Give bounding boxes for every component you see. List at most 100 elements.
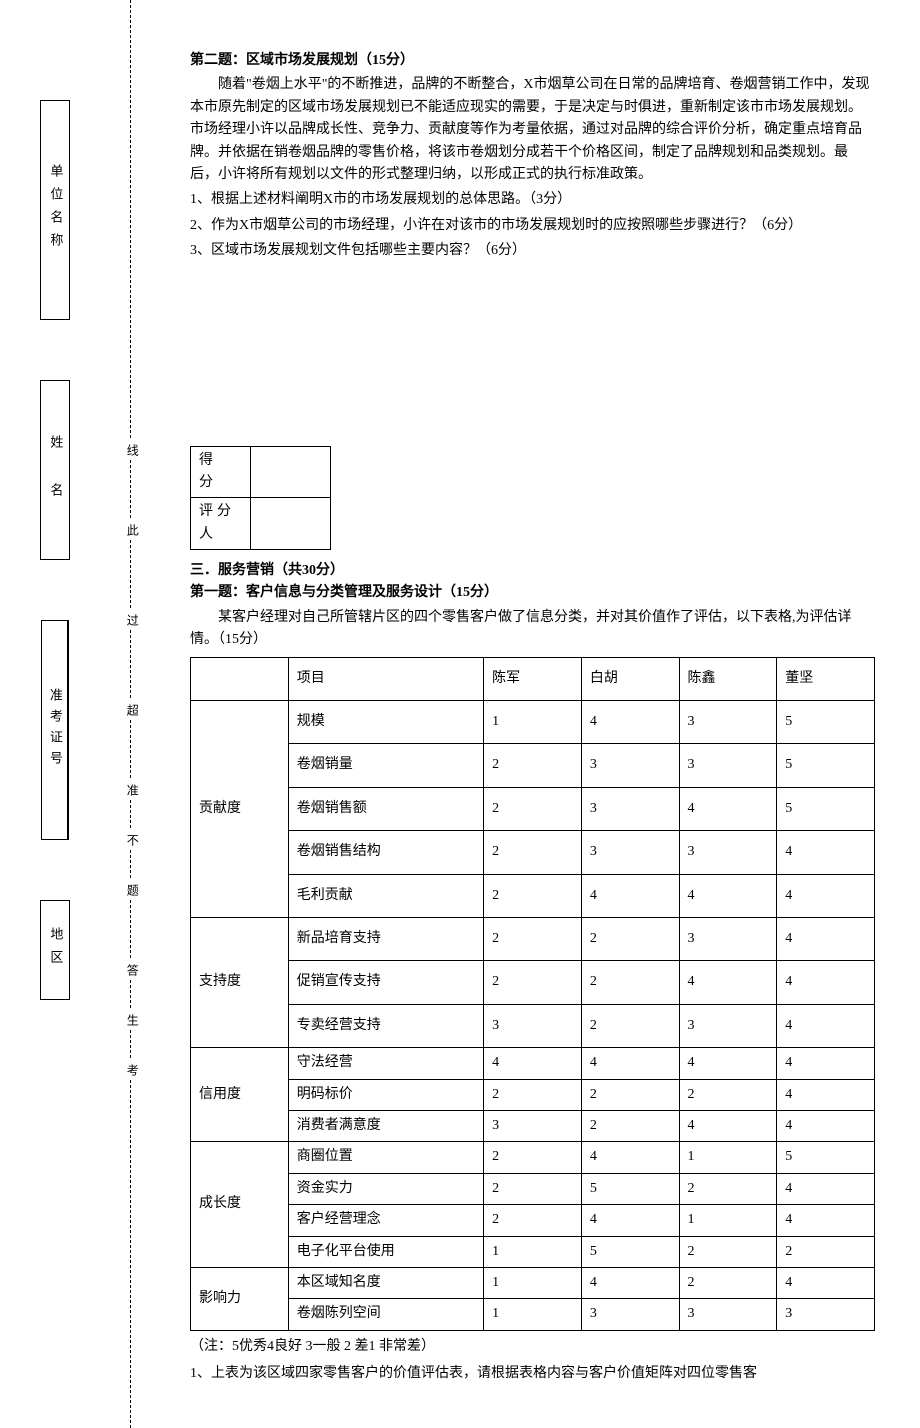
table-value: 3 xyxy=(581,787,679,830)
question-2-paragraph: 随着"卷烟上水平"的不断推进，品牌的不断整合，X市烟草公司在日常的品牌培育、卷烟… xyxy=(190,74,875,186)
table-item: 电子化平台使用 xyxy=(288,1236,483,1267)
question-1-title: 第一题：客户信息与分类管理及服务设计（15分） xyxy=(190,582,875,604)
table-value: 4 xyxy=(581,1142,679,1173)
table-value: 2 xyxy=(484,1142,582,1173)
table-item: 守法经营 xyxy=(288,1048,483,1079)
table-value: 1 xyxy=(679,1205,777,1236)
binding-line-char: 不 xyxy=(122,830,141,850)
table-header: 项目 xyxy=(288,657,483,700)
table-value: 4 xyxy=(581,701,679,744)
table-value: 4 xyxy=(777,917,875,960)
table-value: 1 xyxy=(484,1236,582,1267)
table-value: 2 xyxy=(581,1004,679,1047)
binding-strip: 单位名称 姓 名 准考证号 地区 xyxy=(30,100,80,1000)
table-value: 1 xyxy=(484,701,582,744)
table-value: 4 xyxy=(581,1048,679,1079)
table-value: 2 xyxy=(484,831,582,874)
table-item: 消费者满意度 xyxy=(288,1110,483,1141)
section-3-heading: 三．服务营销（共30分） xyxy=(190,560,875,582)
table-item: 毛利贡献 xyxy=(288,874,483,917)
score-table: 得 分 评分人 xyxy=(190,446,331,551)
table-value: 3 xyxy=(777,1299,875,1330)
table-value: 2 xyxy=(484,1205,582,1236)
table-category: 成长度 xyxy=(191,1142,289,1268)
table-value: 2 xyxy=(679,1267,777,1298)
table-value: 2 xyxy=(484,744,582,787)
table-value: 4 xyxy=(777,1110,875,1141)
table-value: 4 xyxy=(777,961,875,1004)
table-item: 专卖经营支持 xyxy=(288,1004,483,1047)
table-category: 信用度 xyxy=(191,1048,289,1142)
question-2-title: 第二题：区域市场发展规划（15分） xyxy=(190,50,875,72)
table-value: 3 xyxy=(581,1299,679,1330)
table-header: 董坚 xyxy=(777,657,875,700)
table-value: 4 xyxy=(777,831,875,874)
table-value: 3 xyxy=(679,1004,777,1047)
question-2-item-1: 1、根据上述材料阐明X市的市场发展规划的总体思路。（3分） xyxy=(190,189,875,211)
table-item: 本区域知名度 xyxy=(288,1267,483,1298)
table-value: 4 xyxy=(777,1173,875,1204)
table-value: 2 xyxy=(484,961,582,1004)
table-value: 3 xyxy=(484,1110,582,1141)
table-item: 促销宣传支持 xyxy=(288,961,483,1004)
table-value: 2 xyxy=(679,1236,777,1267)
binding-label-exam-no: 准考证号 xyxy=(41,620,69,840)
table-value: 4 xyxy=(679,874,777,917)
binding-line-char: 生 xyxy=(122,1010,141,1030)
question-2-item-2: 2、作为X市烟草公司的市场经理，小许在对该市的市场发展规划时的应按照哪些步骤进行… xyxy=(190,215,875,237)
table-item: 明码标价 xyxy=(288,1079,483,1110)
table-value: 2 xyxy=(581,961,679,1004)
binding-line-char: 准 xyxy=(122,780,141,800)
table-value: 4 xyxy=(777,1048,875,1079)
table-value: 1 xyxy=(484,1267,582,1298)
table-value: 2 xyxy=(581,1110,679,1141)
table-value: 4 xyxy=(777,1079,875,1110)
table-value: 5 xyxy=(581,1236,679,1267)
table-category: 支持度 xyxy=(191,917,289,1047)
binding-label-unit: 单位名称 xyxy=(40,100,71,320)
table-value: 4 xyxy=(679,1110,777,1141)
table-header: 陈军 xyxy=(484,657,582,700)
table-value: 2 xyxy=(679,1173,777,1204)
table-value: 3 xyxy=(581,744,679,787)
binding-line-char: 题 xyxy=(122,880,141,900)
table-value: 4 xyxy=(581,874,679,917)
table-value: 3 xyxy=(679,1299,777,1330)
table-value: 4 xyxy=(581,1205,679,1236)
table-header xyxy=(191,657,289,700)
table-value: 4 xyxy=(484,1048,582,1079)
table-category: 影响力 xyxy=(191,1267,289,1330)
scorer-label: 评分人 xyxy=(191,498,251,550)
table-item: 卷烟销售结构 xyxy=(288,831,483,874)
table-value: 4 xyxy=(679,787,777,830)
question-1-paragraph: 某客户经理对自己所管辖片区的四个零售客户做了信息分类，并对其价值作了评估，以下表… xyxy=(190,607,875,652)
table-item: 卷烟陈列空间 xyxy=(288,1299,483,1330)
table-value: 3 xyxy=(679,917,777,960)
table-item: 新品培育支持 xyxy=(288,917,483,960)
score-label: 得 分 xyxy=(191,446,251,498)
table-value: 5 xyxy=(777,1142,875,1173)
table-value: 4 xyxy=(777,1205,875,1236)
table-item: 客户经营理念 xyxy=(288,1205,483,1236)
table-value: 3 xyxy=(679,701,777,744)
table-value: 3 xyxy=(581,831,679,874)
table-value: 2 xyxy=(581,1079,679,1110)
table-value: 2 xyxy=(484,1173,582,1204)
follow-question: 1、上表为该区域四家零售客户的价值评估表，请根据表格内容与客户价值矩阵对四位零售… xyxy=(190,1363,875,1385)
table-category: 贡献度 xyxy=(191,701,289,918)
table-value: 2 xyxy=(777,1236,875,1267)
table-header: 白胡 xyxy=(581,657,679,700)
table-value: 5 xyxy=(581,1173,679,1204)
table-value: 2 xyxy=(581,917,679,960)
table-value: 2 xyxy=(484,1079,582,1110)
binding-line-char: 此 xyxy=(122,520,141,540)
table-item: 商圈位置 xyxy=(288,1142,483,1173)
table-value: 5 xyxy=(777,744,875,787)
table-value: 4 xyxy=(679,1048,777,1079)
table-value: 3 xyxy=(679,831,777,874)
binding-line-char: 线 xyxy=(122,440,141,460)
table-value: 1 xyxy=(679,1142,777,1173)
table-value: 4 xyxy=(777,1267,875,1298)
table-item: 卷烟销售额 xyxy=(288,787,483,830)
table-value: 2 xyxy=(484,874,582,917)
